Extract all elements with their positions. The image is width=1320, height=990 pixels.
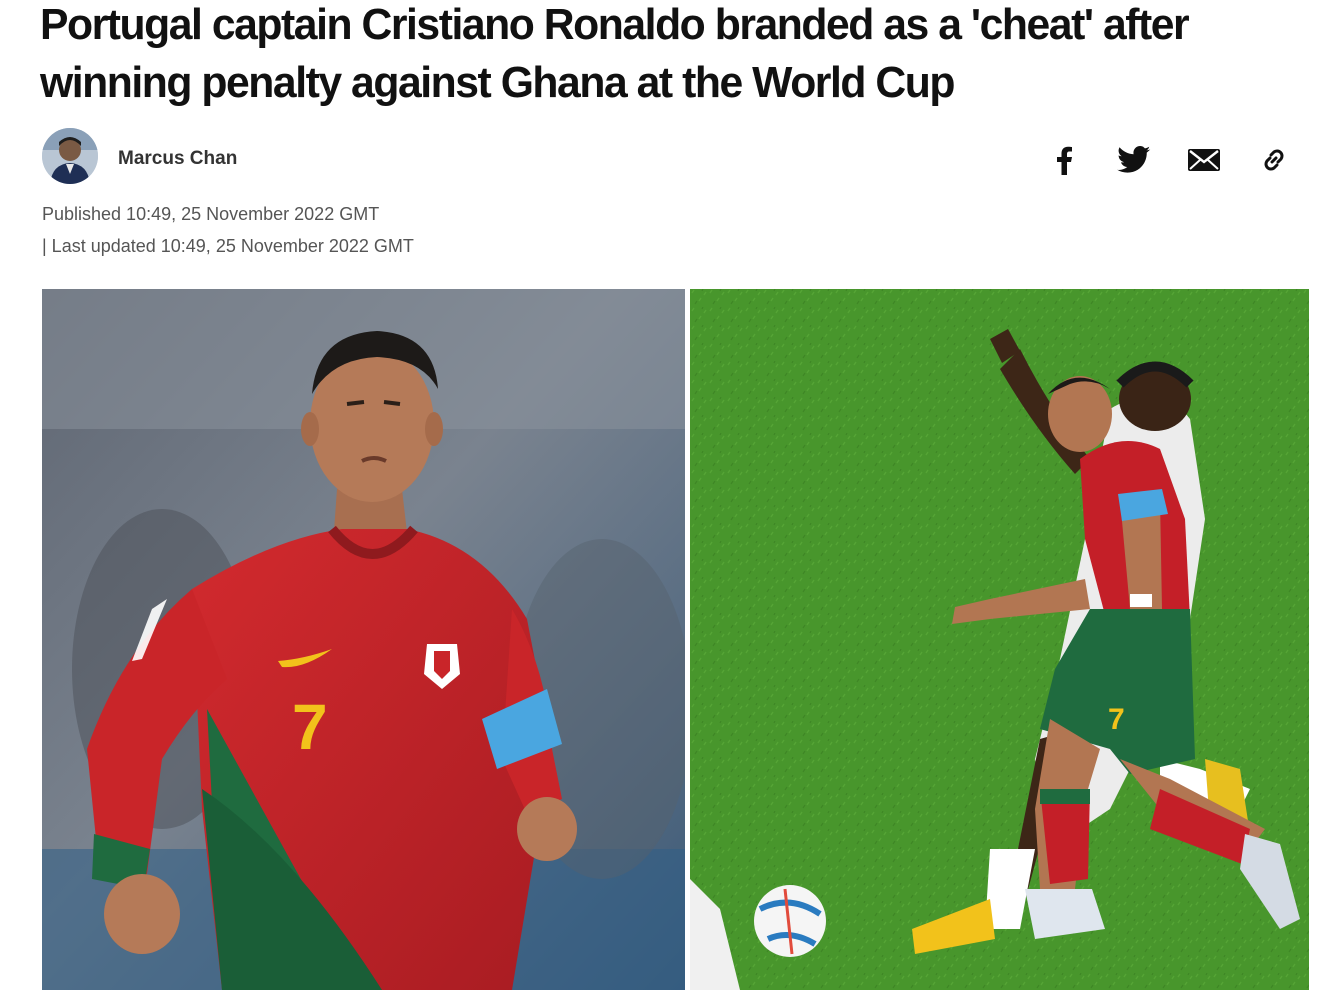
- article-headline: Portugal captain Cristiano Ronaldo brand…: [40, 0, 1190, 107]
- share-bar: [1046, 144, 1292, 176]
- facebook-icon[interactable]: [1046, 144, 1082, 176]
- updated-date: | Last updated 10:49, 25 November 2022 G…: [42, 236, 414, 256]
- twitter-icon[interactable]: [1116, 144, 1152, 176]
- penalty-incident-photo: 7: [690, 289, 1309, 990]
- player-portrait-photo: 7: [42, 289, 685, 990]
- published-date: Published 10:49, 25 November 2022 GMT: [42, 204, 380, 224]
- left-jersey-number: 7: [292, 691, 328, 763]
- author-name[interactable]: Marcus Chan: [118, 148, 237, 170]
- email-icon[interactable]: [1186, 144, 1222, 176]
- link-icon[interactable]: [1256, 144, 1292, 176]
- author-row: Marcus Chan: [42, 128, 1292, 188]
- right-jersey-number: 7: [1108, 703, 1125, 736]
- author-avatar[interactable]: [42, 128, 98, 184]
